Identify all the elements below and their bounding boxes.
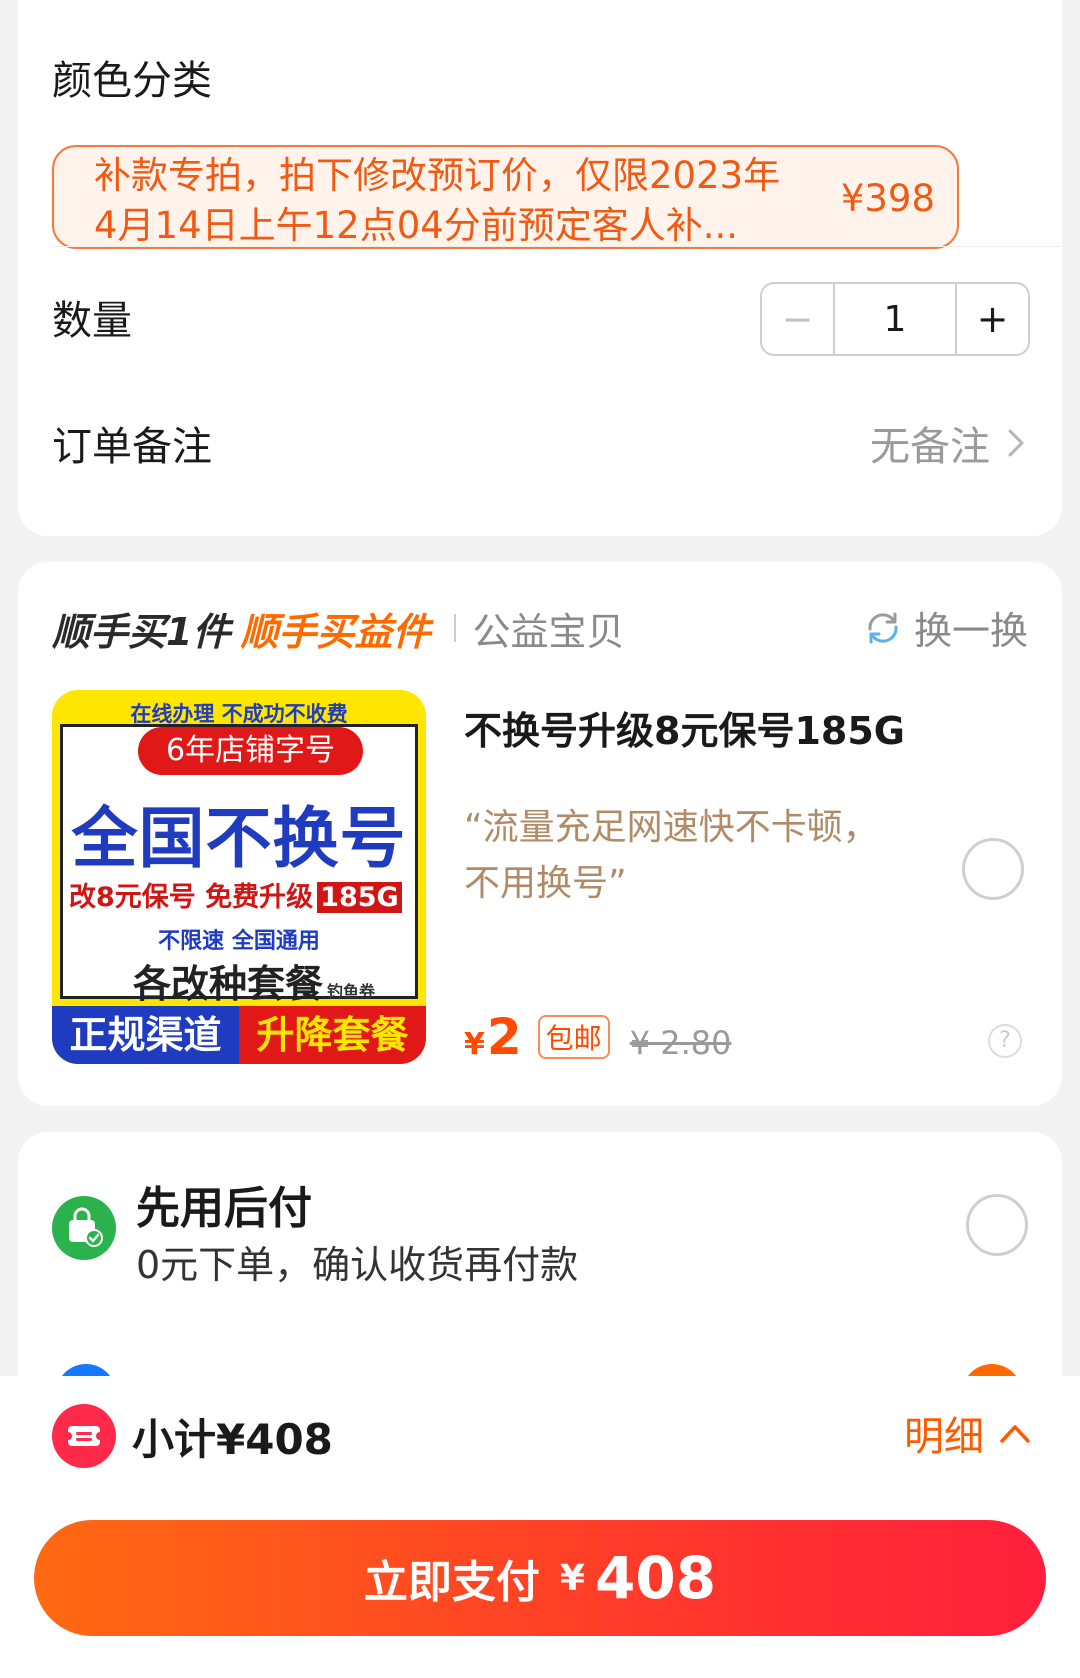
addon-product-name[interactable]: 不换号升级8元保号185G — [464, 700, 905, 755]
pay-later-title: 先用后付 — [136, 1183, 312, 1234]
pay-now-button[interactable]: 立即支付 ¥ 408 — [34, 1520, 1046, 1636]
variant-option-price: ¥398 — [840, 177, 935, 220]
variant-option-chip[interactable]: 补款专拍，拍下修改预订价，仅限2023年4月14日上午12点04分前预定客人补.… — [52, 145, 959, 249]
free-shipping-badge: 包邮 — [537, 1015, 610, 1059]
swap-label: 换一换 — [913, 609, 1028, 653]
addon-product-quote: “流量充足网速快不卡顿，不用换号” — [464, 807, 879, 904]
product-image-bottom-left: 正规渠道 — [52, 1006, 239, 1064]
price-detail-button[interactable]: 明细 — [904, 1404, 1032, 1462]
quantity-stepper: − 1 + — [760, 282, 1030, 356]
product-image-watermark: 钓鱼券 — [327, 982, 376, 1001]
swap-button[interactable]: 换一换 — [862, 600, 1028, 655]
addon-price: 2 — [486, 1008, 522, 1066]
pay-later-icon — [52, 1196, 116, 1260]
product-image-line5-text: 各改种套餐 — [133, 962, 324, 1006]
product-image-panel: 6年店铺字号 全国不换号 改8元保号 免费升级 185G 不限速 全国通用 各改种… — [60, 724, 418, 1006]
subtotal: 小计¥408 — [132, 1415, 333, 1464]
pay-later-subtitle: 0元下单，确认收货再付款 — [136, 1243, 579, 1287]
addon-price-row: ¥ 2 包邮 ¥ 2.80 — [464, 1008, 731, 1066]
product-image-line5: 各改种套餐 钓鱼券 — [133, 953, 375, 1008]
pay-now-label: 立即支付 — [363, 1557, 540, 1608]
order-remark-selector[interactable]: 无备注 — [870, 414, 1028, 472]
product-image-line3-text: 改8元保号 免费升级 — [69, 882, 314, 913]
product-image-headline: 全国不换号 — [71, 800, 407, 877]
variant-option-text: 补款专拍，拍下修改预订价，仅限2023年4月14日上午12点04分前预定客人补.… — [94, 154, 781, 247]
pay-later-radio[interactable] — [966, 1194, 1028, 1256]
quantity-value[interactable]: 1 — [833, 284, 957, 354]
quantity-decrease-button[interactable]: − — [762, 284, 833, 354]
addon-title: 顺手买1件 — [52, 609, 231, 654]
price-currency-symbol: ¥ — [464, 1027, 485, 1062]
quantity-increase-button[interactable]: + — [957, 284, 1028, 354]
checkout-bar: 小计¥408 明细 立即支付 ¥ 408 — [0, 1376, 1080, 1678]
price-detail-label: 明细 — [904, 1414, 984, 1460]
product-image[interactable]: 在线办理 不成功不收费 6年店铺字号 全国不换号 改8元保号 免费升级 185G … — [52, 690, 426, 1064]
coupon-icon — [52, 1404, 116, 1468]
addon-original-price: ¥ 2.80 — [629, 1024, 732, 1062]
pay-now-amount: 408 — [594, 1544, 717, 1612]
pay-now-currency: ¥ — [559, 1557, 585, 1599]
product-image-pill: 6年店铺字号 — [138, 727, 363, 775]
product-image-line3: 改8元保号 免费升级 185G — [69, 875, 402, 914]
addon-separator — [454, 614, 457, 642]
quantity-label: 数量 — [52, 298, 132, 344]
addon-title-highlight: 顺手买益件 — [240, 609, 431, 654]
product-image-line4: 不限速 全国通用 — [158, 929, 320, 954]
order-remark-label: 订单备注 — [52, 424, 212, 470]
product-image-bottom-banner: 正规渠道 升降套餐 — [52, 1006, 426, 1064]
spec-card: 颜色分类 补款专拍，拍下修改预订价，仅限2023年4月14日上午12点04分前预… — [18, 0, 1062, 536]
addon-subtitle: 公益宝贝 — [472, 609, 625, 654]
refresh-icon — [868, 612, 898, 643]
product-image-bottom-right: 升降套餐 — [239, 1006, 426, 1064]
product-image-badge: 185G — [317, 882, 402, 913]
addon-header: 顺手买1件 顺手买益件 公益宝贝 — [52, 598, 624, 658]
order-remark-value: 无备注 — [870, 424, 990, 470]
color-category-label: 颜色分类 — [52, 58, 212, 104]
chevron-up-icon — [1000, 1425, 1030, 1443]
divider — [52, 246, 1062, 247]
addon-select-radio[interactable] — [962, 838, 1024, 900]
help-icon[interactable]: ? — [988, 1024, 1022, 1058]
chevron-right-icon — [1008, 429, 1024, 457]
addon-card: 顺手买1件 顺手买益件 公益宝贝 换一换 在线办理 不成功不收费 6年店铺字号 … — [18, 562, 1062, 1106]
